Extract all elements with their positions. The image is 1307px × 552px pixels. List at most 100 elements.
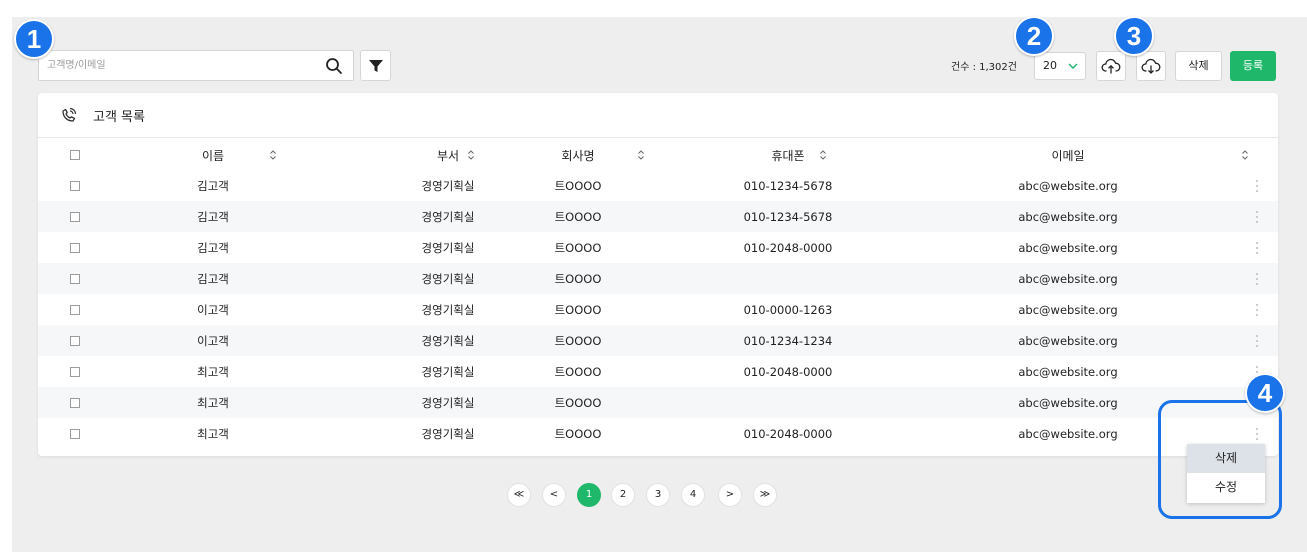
callout-badge-2: 2 bbox=[1014, 16, 1054, 56]
cell-email: abc@website.org bbox=[1018, 333, 1118, 348]
callout-badge-3: 3 bbox=[1114, 16, 1154, 56]
row-checkbox-cell bbox=[70, 294, 80, 325]
cell-phone: 010-1234-5678 bbox=[743, 178, 833, 193]
cell-company: 트OOOO bbox=[554, 395, 602, 410]
row-checkbox[interactable] bbox=[70, 211, 80, 222]
table-row[interactable]: 최고객 경영기획실 트OOOO abc@website.org bbox=[38, 387, 1278, 418]
row-checkbox[interactable] bbox=[70, 273, 80, 284]
row-checkbox-cell bbox=[70, 232, 80, 263]
cell-phone: 010-2048-0000 bbox=[743, 364, 833, 379]
register-button[interactable]: 등록 bbox=[1230, 51, 1276, 81]
row-more-button[interactable] bbox=[1252, 201, 1262, 232]
row-checkbox[interactable] bbox=[70, 366, 80, 377]
cell-name: 이고객 bbox=[197, 333, 229, 348]
kebab-icon bbox=[1255, 334, 1259, 347]
cell-email: abc@website.org bbox=[1018, 271, 1118, 286]
cell-dept: 경영기획실 bbox=[421, 209, 475, 224]
cell-email: abc@website.org bbox=[1018, 364, 1118, 379]
row-more-button[interactable] bbox=[1252, 325, 1262, 356]
row-more-button[interactable] bbox=[1252, 294, 1262, 325]
sort-icon[interactable] bbox=[637, 149, 645, 161]
row-checkbox-cell bbox=[70, 263, 80, 294]
row-more-button[interactable] bbox=[1252, 232, 1262, 263]
cell-name: 김고객 bbox=[197, 271, 229, 286]
page-first-button[interactable]: ≪ bbox=[507, 483, 531, 507]
callout-badge-4: 4 bbox=[1245, 373, 1285, 413]
column-name[interactable]: 이름 bbox=[168, 139, 258, 171]
cell-phone: 010-2048-0000 bbox=[743, 240, 833, 255]
cell-company: 트OOOO bbox=[554, 240, 602, 255]
kebab-icon bbox=[1255, 303, 1259, 316]
cell-company: 트OOOO bbox=[554, 302, 602, 317]
row-checkbox[interactable] bbox=[70, 428, 80, 439]
page-next-button[interactable]: > bbox=[718, 483, 742, 507]
customer-list-card: 고객 목록 이름 부서 회사명 휴대폰 이메일 김고객 경영기획실 트OOOO … bbox=[38, 93, 1278, 456]
row-checkbox[interactable] bbox=[70, 180, 80, 191]
table-row[interactable]: 김고객 경영기획실 트OOOO 010-2048-0000 abc@websit… bbox=[38, 232, 1278, 263]
kebab-icon bbox=[1255, 241, 1259, 254]
table-row[interactable]: 최고객 경영기획실 트OOOO 010-2048-0000 abc@websit… bbox=[38, 356, 1278, 387]
cell-dept: 경영기획실 bbox=[421, 333, 475, 348]
search-input[interactable] bbox=[39, 51, 319, 80]
table-row[interactable]: 김고객 경영기획실 트OOOO 010-1234-5678 abc@websit… bbox=[38, 201, 1278, 232]
table-row[interactable]: 최고객 경영기획실 트OOOO 010-2048-0000 abc@websit… bbox=[38, 418, 1278, 449]
delete-button[interactable]: 삭제 bbox=[1175, 51, 1222, 81]
table-row[interactable]: 김고객 경영기획실 트OOOO abc@website.org bbox=[38, 263, 1278, 294]
sort-icon[interactable] bbox=[467, 149, 475, 161]
column-phone[interactable]: 휴대폰 bbox=[728, 139, 848, 171]
menu-item-edit[interactable]: 수정 bbox=[1187, 473, 1265, 502]
page-size-select[interactable]: 20 bbox=[1034, 52, 1086, 80]
menu-item-delete[interactable]: 삭제 bbox=[1187, 444, 1265, 473]
row-more-button[interactable] bbox=[1252, 170, 1262, 201]
table-row[interactable]: 김고객 경영기획실 트OOOO 010-1234-5678 abc@websit… bbox=[38, 170, 1278, 201]
search-icon[interactable] bbox=[325, 57, 343, 75]
row-checkbox[interactable] bbox=[70, 304, 80, 315]
filter-button[interactable] bbox=[360, 50, 391, 81]
row-checkbox-cell bbox=[70, 387, 80, 418]
callout-badge-1: 1 bbox=[14, 19, 54, 59]
cell-phone bbox=[728, 387, 848, 418]
page-prev-button[interactable]: < bbox=[542, 483, 566, 507]
cell-dept: 경영기획실 bbox=[421, 426, 475, 441]
row-checkbox[interactable] bbox=[70, 242, 80, 253]
cell-dept: 경영기획실 bbox=[421, 240, 475, 255]
page-button-3[interactable]: 3 bbox=[646, 483, 670, 507]
sort-icon[interactable] bbox=[1241, 149, 1249, 161]
row-checkbox[interactable] bbox=[70, 397, 80, 408]
cloud-upload-icon bbox=[1101, 58, 1121, 74]
cell-name: 이고객 bbox=[197, 302, 229, 317]
page-button-4[interactable]: 4 bbox=[681, 483, 705, 507]
cell-dept: 경영기획실 bbox=[421, 364, 475, 379]
upload-button[interactable] bbox=[1096, 51, 1126, 81]
row-more-button[interactable] bbox=[1252, 263, 1262, 294]
row-checkbox-cell bbox=[70, 356, 80, 387]
page-button-2[interactable]: 2 bbox=[611, 483, 635, 507]
cell-email: abc@website.org bbox=[1018, 178, 1118, 193]
page-last-button[interactable]: ≫ bbox=[753, 483, 777, 507]
cell-phone bbox=[728, 263, 848, 294]
column-dept[interactable]: 부서 bbox=[378, 139, 518, 171]
cell-dept: 경영기획실 bbox=[421, 178, 475, 193]
cell-name: 김고객 bbox=[197, 240, 229, 255]
kebab-icon bbox=[1255, 210, 1259, 223]
page-button-1[interactable]: 1 bbox=[577, 483, 601, 507]
cell-email: abc@website.org bbox=[1018, 395, 1118, 410]
cell-phone: 010-2048-0000 bbox=[743, 426, 833, 441]
search-box bbox=[38, 50, 354, 81]
filter-icon bbox=[368, 59, 383, 72]
cell-company: 트OOOO bbox=[554, 271, 602, 286]
download-button[interactable] bbox=[1136, 51, 1166, 81]
cell-phone: 010-0000-1263 bbox=[743, 302, 833, 317]
sort-icon[interactable] bbox=[269, 149, 277, 161]
page-size-value: 20 bbox=[1043, 59, 1057, 72]
table-row[interactable]: 이고객 경영기획실 트OOOO 010-1234-1234 abc@websit… bbox=[38, 325, 1278, 356]
column-company[interactable]: 회사명 bbox=[538, 139, 618, 171]
sort-icon[interactable] bbox=[819, 149, 827, 161]
cell-name: 김고객 bbox=[197, 178, 229, 193]
select-all-checkbox[interactable] bbox=[70, 150, 80, 160]
phone-ringing-icon bbox=[62, 107, 77, 122]
table-row[interactable]: 이고객 경영기획실 트OOOO 010-0000-1263 abc@websit… bbox=[38, 294, 1278, 325]
cell-name: 최고객 bbox=[197, 364, 229, 379]
row-checkbox[interactable] bbox=[70, 335, 80, 346]
column-email[interactable]: 이메일 bbox=[978, 139, 1158, 171]
